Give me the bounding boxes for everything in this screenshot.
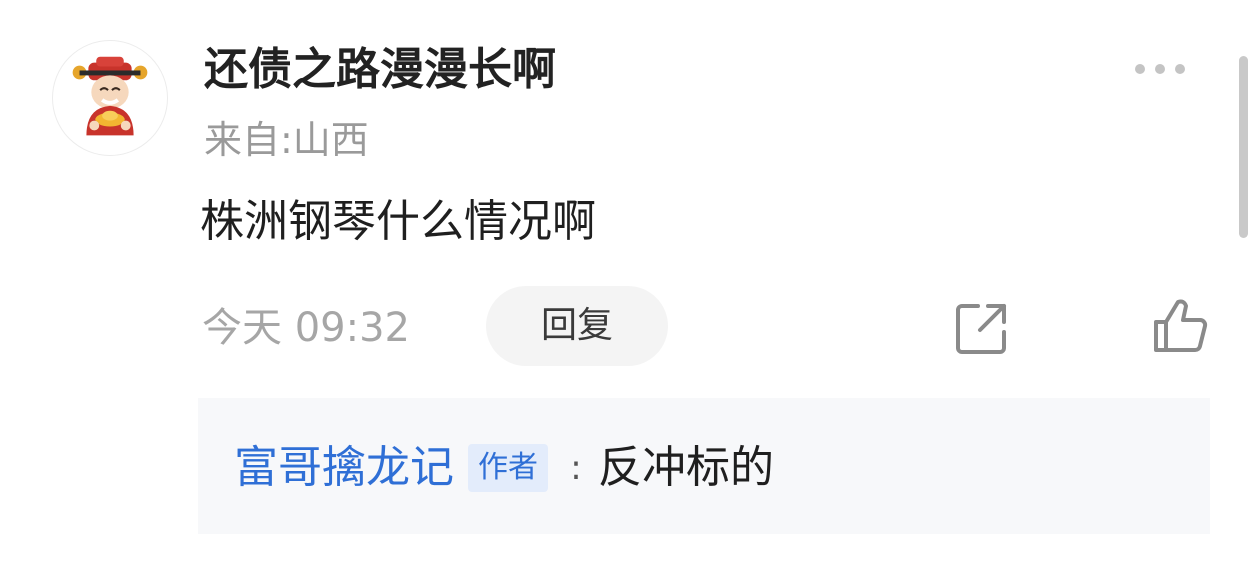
comment-location: 来自:山西 bbox=[204, 118, 369, 162]
avatar[interactable] bbox=[52, 40, 168, 156]
comment-text: 株洲钢琴什么情况啊 bbox=[200, 196, 596, 247]
reply-author-name[interactable]: 富哥擒龙记 bbox=[234, 436, 454, 500]
avatar-god-of-wealth-icon bbox=[72, 56, 148, 136]
reply-preview-row: 富哥擒龙记 作者 : 反冲标的 bbox=[234, 436, 774, 500]
thumbs-up-icon bbox=[1154, 299, 1208, 352]
scrollbar[interactable] bbox=[1239, 56, 1248, 238]
reply-content: 反冲标的 bbox=[598, 442, 774, 493]
comment-timestamp: 今天 09:32 bbox=[202, 305, 410, 351]
share-icon bbox=[956, 304, 1006, 354]
comment-screen: 还债之路漫漫长啊 来自:山西 株洲钢琴什么情况啊 今天 09:32 回复 富哥擒… bbox=[0, 0, 1259, 576]
like-button[interactable] bbox=[1150, 296, 1210, 356]
author-badge: 作者 bbox=[468, 444, 548, 492]
more-dots-icon bbox=[1135, 64, 1185, 74]
reply-button[interactable]: 回复 bbox=[486, 286, 668, 366]
reply-separator: : bbox=[570, 448, 582, 488]
comment-username[interactable]: 还债之路漫漫长啊 bbox=[204, 38, 556, 102]
share-button[interactable] bbox=[954, 300, 1010, 356]
reply-preview-box[interactable]: 富哥擒龙记 作者 : 反冲标的 bbox=[198, 398, 1210, 534]
more-options-button[interactable] bbox=[1128, 54, 1192, 84]
